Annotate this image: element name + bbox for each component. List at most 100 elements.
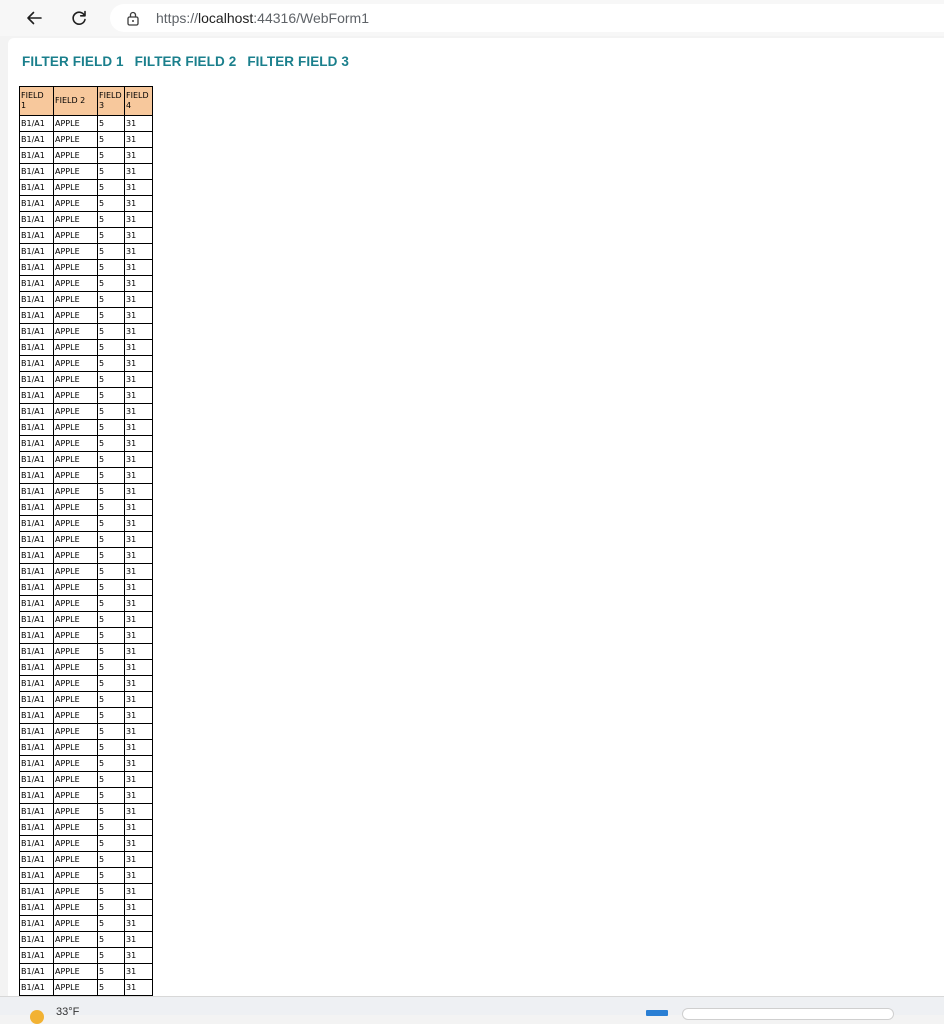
weather-temperature[interactable]: 33°F — [56, 1006, 79, 1018]
table-cell-field-1: B1/A1 — [19, 979, 54, 996]
table-cell-field-1: B1/A1 — [19, 963, 54, 980]
table-row: B1/A1APPLE531 — [19, 595, 153, 612]
column-header-field-1: FIELD 1 — [19, 86, 54, 116]
table-row: B1/A1APPLE531 — [19, 531, 153, 548]
table-cell-field-2: APPLE — [53, 643, 98, 660]
table-row: B1/A1APPLE531 — [19, 227, 153, 244]
table-cell-field-1: B1/A1 — [19, 643, 54, 660]
table-cell-field-2: APPLE — [53, 451, 98, 468]
table-cell-field-3: 5 — [97, 739, 125, 756]
table-cell-field-1: B1/A1 — [19, 451, 54, 468]
reload-button[interactable] — [67, 6, 91, 30]
weather-sun-icon[interactable] — [30, 1010, 44, 1024]
table-cell-field-2: APPLE — [53, 899, 98, 916]
table-cell-field-3: 5 — [97, 899, 125, 916]
table-cell-field-1: B1/A1 — [19, 803, 54, 820]
table-cell-field-1: B1/A1 — [19, 899, 54, 916]
table-row: B1/A1APPLE531 — [19, 131, 153, 148]
table-cell-field-4: 31 — [124, 323, 153, 340]
table-cell-field-4: 31 — [124, 931, 153, 948]
table-row: B1/A1APPLE531 — [19, 403, 153, 420]
table-cell-field-2: APPLE — [53, 531, 98, 548]
table-cell-field-4: 31 — [124, 131, 153, 148]
table-cell-field-1: B1/A1 — [19, 755, 54, 772]
table-cell-field-2: APPLE — [53, 147, 98, 164]
table-cell-field-4: 31 — [124, 547, 153, 564]
table-cell-field-1: B1/A1 — [19, 915, 54, 932]
table-cell-field-1: B1/A1 — [19, 435, 54, 452]
table-cell-field-2: APPLE — [53, 963, 98, 980]
table-cell-field-2: APPLE — [53, 435, 98, 452]
table-cell-field-3: 5 — [97, 723, 125, 740]
windows-start-icon[interactable] — [646, 1010, 668, 1016]
table-cell-field-3: 5 — [97, 707, 125, 724]
table-cell-field-4: 31 — [124, 867, 153, 884]
taskbar: 33°F — [0, 996, 944, 1024]
table-cell-field-1: B1/A1 — [19, 323, 54, 340]
table-cell-field-2: APPLE — [53, 419, 98, 436]
table-cell-field-2: APPLE — [53, 739, 98, 756]
table-cell-field-2: APPLE — [53, 467, 98, 484]
table-row: B1/A1APPLE531 — [19, 483, 153, 500]
back-button[interactable] — [22, 6, 46, 30]
table-cell-field-3: 5 — [97, 387, 125, 404]
table-row: B1/A1APPLE531 — [19, 147, 153, 164]
browser-toolbar: https://localhost:44316/WebForm1 — [0, 0, 944, 36]
table-cell-field-1: B1/A1 — [19, 739, 54, 756]
table-cell-field-4: 31 — [124, 771, 153, 788]
table-cell-field-1: B1/A1 — [19, 883, 54, 900]
table-cell-field-1: B1/A1 — [19, 659, 54, 676]
table-row: B1/A1APPLE531 — [19, 675, 153, 692]
table-row: B1/A1APPLE531 — [19, 179, 153, 196]
filter-field-2-link[interactable]: FILTER FIELD 2 — [135, 54, 237, 69]
table-row: B1/A1APPLE531 — [19, 931, 153, 948]
table-cell-field-3: 5 — [97, 531, 125, 548]
table-cell-field-2: APPLE — [53, 771, 98, 788]
filter-links: FILTER FIELD 1 FILTER FIELD 2 FILTER FIE… — [22, 54, 349, 69]
table-cell-field-2: APPLE — [53, 979, 98, 996]
filter-field-3-link[interactable]: FILTER FIELD 3 — [247, 54, 349, 69]
table-cell-field-3: 5 — [97, 547, 125, 564]
table-cell-field-1: B1/A1 — [19, 531, 54, 548]
table-cell-field-3: 5 — [97, 675, 125, 692]
table-row: B1/A1APPLE531 — [19, 243, 153, 260]
table-cell-field-1: B1/A1 — [19, 675, 54, 692]
table-cell-field-1: B1/A1 — [19, 403, 54, 420]
table-cell-field-2: APPLE — [53, 323, 98, 340]
table-cell-field-3: 5 — [97, 243, 125, 260]
table-cell-field-3: 5 — [97, 835, 125, 852]
table-cell-field-1: B1/A1 — [19, 691, 54, 708]
table-cell-field-2: APPLE — [53, 755, 98, 772]
table-cell-field-1: B1/A1 — [19, 227, 54, 244]
table-row: B1/A1APPLE531 — [19, 435, 153, 452]
table-row: B1/A1APPLE531 — [19, 691, 153, 708]
table-cell-field-3: 5 — [97, 947, 125, 964]
table-cell-field-2: APPLE — [53, 339, 98, 356]
table-cell-field-4: 31 — [124, 819, 153, 836]
table-cell-field-4: 31 — [124, 211, 153, 228]
table-cell-field-1: B1/A1 — [19, 355, 54, 372]
table-cell-field-2: APPLE — [53, 787, 98, 804]
table-row: B1/A1APPLE531 — [19, 291, 153, 308]
table-cell-field-3: 5 — [97, 323, 125, 340]
table-cell-field-2: APPLE — [53, 259, 98, 276]
taskbar-search-box[interactable] — [682, 1008, 894, 1020]
table-cell-field-1: B1/A1 — [19, 867, 54, 884]
table-cell-field-3: 5 — [97, 851, 125, 868]
table-cell-field-1: B1/A1 — [19, 483, 54, 500]
table-cell-field-1: B1/A1 — [19, 179, 54, 196]
table-cell-field-4: 31 — [124, 611, 153, 628]
table-row: B1/A1APPLE531 — [19, 835, 153, 852]
table-row: B1/A1APPLE531 — [19, 787, 153, 804]
table-cell-field-1: B1/A1 — [19, 291, 54, 308]
address-bar[interactable]: https://localhost:44316/WebForm1 — [110, 4, 944, 32]
table-cell-field-2: APPLE — [53, 243, 98, 260]
table-cell-field-3: 5 — [97, 867, 125, 884]
table-cell-field-2: APPLE — [53, 163, 98, 180]
table-cell-field-3: 5 — [97, 291, 125, 308]
grid-body: B1/A1 APPLE 5 31 B1/A1 APPLE 5 31 B1/A1 APPLE 5 31 B… — [19, 115, 153, 996]
lock-icon[interactable] — [125, 10, 141, 26]
table-cell-field-1: B1/A1 — [19, 819, 54, 836]
table-cell-field-4: 31 — [124, 963, 153, 980]
filter-field-1-link[interactable]: FILTER FIELD 1 — [22, 54, 124, 69]
